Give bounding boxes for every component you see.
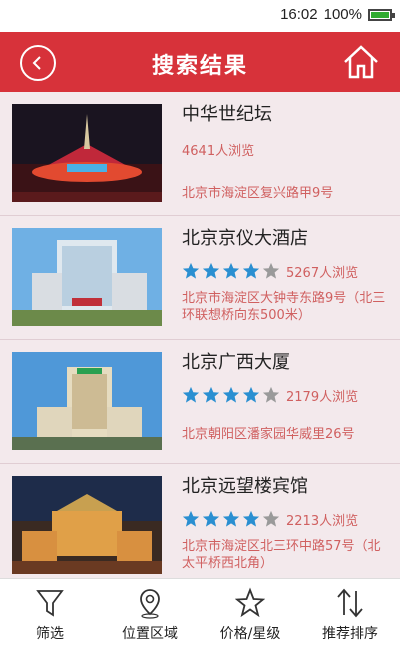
page-title: 搜索结果 bbox=[151, 54, 248, 79]
result-views: 5267人浏览 bbox=[286, 265, 359, 281]
star-rating bbox=[182, 510, 280, 528]
star-icon bbox=[235, 587, 265, 618]
home-icon bbox=[344, 45, 378, 79]
result-thumbnail bbox=[12, 352, 162, 450]
tab-location[interactable]: 位置区域 bbox=[100, 579, 200, 646]
tab-label: 推荐排序 bbox=[322, 626, 378, 642]
result-views: 4641人浏览 bbox=[182, 144, 255, 159]
star-rating bbox=[182, 386, 280, 404]
star-filled-icon bbox=[242, 386, 260, 403]
star-filled-icon bbox=[222, 386, 240, 403]
star-empty-icon bbox=[262, 386, 280, 403]
star-filled-icon bbox=[222, 262, 240, 279]
filter-icon bbox=[36, 590, 64, 617]
result-name: 北京京仪大酒店 bbox=[182, 228, 308, 249]
result-address: 北京市海淀区大钟寺东路9号（北三环联想桥向东500米） bbox=[182, 291, 386, 323]
star-filled-icon bbox=[182, 386, 200, 403]
result-item[interactable]: 中华世纪坛 4641人浏览 北京市海淀区复兴路甲9号 bbox=[0, 92, 400, 216]
star-filled-icon bbox=[222, 510, 240, 527]
result-views: 2179人浏览 bbox=[286, 389, 359, 405]
tab-label: 价格/星级 bbox=[219, 626, 281, 642]
tab-label: 筛选 bbox=[36, 626, 64, 642]
result-views: 2213人浏览 bbox=[286, 513, 359, 529]
result-item[interactable]: 北京京仪大酒店 5267人浏览 北京市海淀区大钟寺东路9号（北三环联想桥向东50… bbox=[0, 216, 400, 340]
tab-price-star[interactable]: 价格/星级 bbox=[200, 579, 300, 646]
result-address: 北京市海淀区复兴路甲9号 bbox=[182, 186, 334, 201]
battery-icon bbox=[368, 8, 395, 21]
star-filled-icon bbox=[182, 510, 200, 527]
star-filled-icon bbox=[242, 262, 260, 279]
bottom-tab-bar: 筛选 位置区域 价格/星级 推荐排序 bbox=[0, 578, 400, 646]
status-bar: 16:02 100% bbox=[0, 0, 400, 32]
status-indicators: 16:02 100% bbox=[280, 6, 395, 23]
star-filled-icon bbox=[242, 510, 260, 527]
star-rating bbox=[182, 262, 280, 280]
tab-label: 位置区域 bbox=[122, 626, 178, 642]
location-pin-icon bbox=[140, 589, 160, 619]
results-list: 中华世纪坛 4641人浏览 北京市海淀区复兴路甲9号 北京京仪大酒店 5267人… bbox=[0, 92, 400, 576]
result-name: 北京广西大厦 bbox=[182, 352, 290, 373]
star-empty-icon bbox=[262, 510, 280, 527]
status-time: 16:02 bbox=[280, 6, 318, 23]
result-item[interactable]: 北京广西大厦 2179人浏览 北京朝阳区潘家园华威里26号 bbox=[0, 340, 400, 464]
star-filled-icon bbox=[202, 510, 220, 527]
tab-sort[interactable]: 推荐排序 bbox=[300, 579, 400, 646]
star-filled-icon bbox=[202, 262, 220, 279]
result-name: 北京远望楼宾馆 bbox=[182, 476, 308, 497]
result-address: 北京朝阳区潘家园华威里26号 bbox=[182, 427, 355, 442]
star-filled-icon bbox=[202, 386, 220, 403]
result-thumbnail bbox=[12, 228, 162, 326]
result-item[interactable]: 北京远望楼宾馆 2213人浏览 北京市海淀区北三环中路57号（北太平桥西北角） bbox=[0, 464, 400, 576]
sort-icon bbox=[337, 588, 363, 618]
home-button[interactable] bbox=[342, 44, 380, 80]
result-address: 北京市海淀区北三环中路57号（北太平桥西北角） bbox=[182, 539, 381, 571]
title-bar: 搜索结果 bbox=[0, 32, 400, 92]
tab-filter[interactable]: 筛选 bbox=[0, 579, 100, 646]
battery-percent: 100% bbox=[323, 6, 362, 23]
star-filled-icon bbox=[182, 262, 200, 279]
result-thumbnail bbox=[12, 104, 162, 202]
result-thumbnail bbox=[12, 476, 162, 574]
star-empty-icon bbox=[262, 262, 280, 279]
result-name: 中华世纪坛 bbox=[182, 104, 272, 125]
